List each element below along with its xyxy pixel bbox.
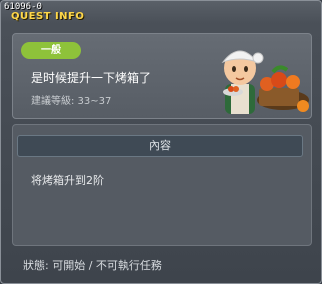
quest-content-panel: 內容 将烤箱升到2阶 xyxy=(12,124,312,246)
recommended-level: 建議等級: 33~37 xyxy=(31,96,112,107)
window-title: QUEST INFO xyxy=(11,11,85,22)
quest-header-panel: 一般 是时候提升一下烤箱了 建議等級: 33~37 xyxy=(12,33,312,119)
npc-chef-illustration xyxy=(221,50,309,114)
quest-name: 是时候提升一下烤箱了 xyxy=(31,71,152,85)
content-text: 将烤箱升到2阶 xyxy=(31,174,104,187)
quest-info-window: 61096-0 QUEST INFO 一般 是时候提升一下烤箱了 建議等級: 3… xyxy=(0,0,322,284)
quest-status: 狀態: 可開始 / 不可執行任務 xyxy=(23,259,162,272)
quest-type-badge: 一般 xyxy=(21,42,81,59)
content-header: 內容 xyxy=(17,135,303,157)
